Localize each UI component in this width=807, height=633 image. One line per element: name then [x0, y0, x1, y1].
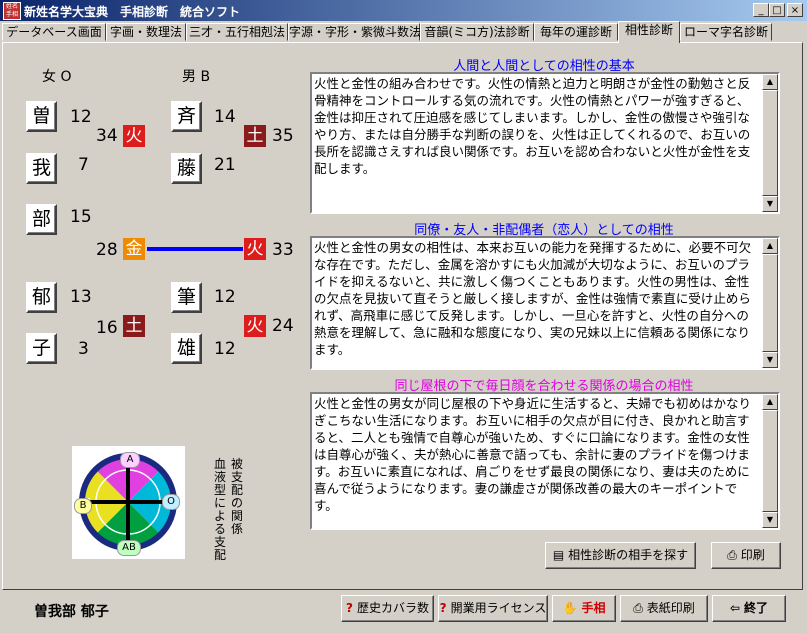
find-partner-button[interactable]: ▤ 相性診断の相手を探す	[545, 542, 696, 569]
male-earth-element: 火	[244, 315, 266, 337]
scroll-thumb[interactable]	[762, 90, 778, 196]
app-icon: 姓名手相	[3, 2, 21, 20]
scroll-down-icon[interactable]: ▼	[762, 512, 778, 528]
window-title: 新姓名学大宝典 手相診断 統合ソフト	[24, 5, 241, 19]
scroll-down-icon[interactable]: ▼	[762, 196, 778, 212]
female-earth-element: 土	[123, 315, 145, 337]
section-2-text: 火性と金性の男女の相性は、本来お互いの能力を発揮するために、必要不可欠な存在です…	[314, 240, 752, 357]
female-personal-element: 金	[123, 238, 145, 260]
female-strokes-5: 3	[78, 339, 89, 359]
palm-icon: ✋	[562, 601, 578, 615]
female-char-1: 曽	[26, 101, 57, 132]
section-1-scrollbar[interactable]: ▲ ▼	[762, 74, 778, 212]
male-heaven-value: 35	[272, 126, 294, 146]
male-header: 男 B	[182, 69, 211, 85]
cover-print-button[interactable]: ⎙ 表紙印刷	[620, 595, 708, 622]
male-strokes-2: 21	[214, 155, 236, 175]
female-char-2: 我	[26, 153, 57, 184]
palm-label: 手相	[581, 601, 606, 615]
section-1-textbox[interactable]: 火性と金性の組み合わせです。火性の情熱と迫力と明朗さが金性の勤勉さと反骨精神をコ…	[310, 72, 780, 214]
tab-character-origin[interactable]: 字源・字形・紫微斗数法	[288, 23, 421, 41]
scroll-thumb[interactable]	[762, 410, 778, 512]
male-strokes-4: 12	[214, 339, 236, 359]
find-partner-label: 相性診断の相手を探す	[568, 548, 689, 562]
blood-label-a: A	[120, 452, 140, 468]
section-3-text: 火性と金性の男女が同じ屋根の下や身近に生活すると、夫婦でも初めはかなりぎこちない…	[314, 396, 752, 513]
tab-romaji-name[interactable]: ローマ字名診断	[680, 23, 772, 41]
blood-label-o: O	[162, 494, 180, 510]
palm-button[interactable]: ✋ 手相	[552, 595, 616, 622]
female-strokes-2: 7	[78, 155, 89, 175]
print-label: 印刷	[740, 548, 765, 562]
exit-label: 終了	[744, 601, 769, 615]
female-char-5: 子	[26, 333, 57, 364]
close-button[interactable]: ×	[787, 3, 803, 17]
license-label: 開業用ライセンス	[450, 601, 547, 615]
license-button[interactable]: ? 開業用ライセンス	[438, 595, 548, 622]
female-char-4: 郁	[26, 282, 57, 313]
tab-stroke-numerology[interactable]: 字画・数理法	[106, 23, 186, 41]
male-char-1: 斉	[171, 101, 202, 132]
section-2-textbox[interactable]: 火性と金性の男女の相性は、本来お互いの能力を発揮するために、必要不可欠な存在です…	[310, 236, 780, 370]
female-strokes-3: 15	[70, 207, 92, 227]
blood-caption-1: 被支配の関係	[231, 457, 244, 536]
female-char-3: 部	[26, 204, 57, 235]
blood-label-ab: AB	[117, 540, 141, 556]
female-heaven-value: 34	[96, 126, 118, 146]
male-char-4: 雄	[171, 333, 202, 364]
female-personal-value: 28	[96, 240, 118, 260]
help-icon: ?	[346, 601, 353, 615]
scroll-up-icon[interactable]: ▲	[762, 74, 778, 90]
male-earth-value: 24	[272, 316, 294, 336]
history-kabbalah-button[interactable]: ? 歴史カバラ数	[341, 595, 434, 622]
tab-database[interactable]: データベース画面	[2, 23, 106, 41]
exit-door-icon: ⇦	[729, 601, 741, 615]
blood-caption-2: 血液型による支配	[214, 457, 227, 562]
section-3-textbox[interactable]: 火性と金性の男女が同じ屋根の下や身近に生活すると、夫婦でも初めはかなりぎこちない…	[310, 392, 780, 530]
male-heaven-element: 土	[244, 125, 266, 147]
title-bar: 姓名手相 新姓名学大宝典 手相診断 統合ソフト _ □ ×	[0, 0, 807, 21]
female-header: 女 O	[42, 69, 72, 85]
male-char-2: 藤	[171, 153, 202, 184]
section-2-scrollbar[interactable]: ▲ ▼	[762, 238, 778, 368]
male-strokes-3: 12	[214, 287, 236, 307]
tab-bar: データベース画面 字画・数理法 三才・五行相剋法 字源・字形・紫微斗数法 音韻(…	[0, 21, 807, 43]
blood-label-b: B	[74, 498, 92, 514]
scroll-thumb[interactable]	[762, 254, 778, 352]
cover-print-label: 表紙印刷	[646, 601, 695, 615]
maximize-button[interactable]: □	[769, 3, 785, 17]
scroll-down-icon[interactable]: ▼	[762, 352, 778, 368]
printer-icon: ⎙	[633, 601, 643, 615]
male-char-3: 筆	[171, 282, 202, 313]
minimize-button[interactable]: _	[753, 3, 769, 17]
print-button[interactable]: ⎙ 印刷	[711, 542, 781, 569]
female-strokes-4: 13	[70, 287, 92, 307]
printer-icon: ⎙	[727, 548, 737, 562]
female-heaven-element: 火	[123, 125, 145, 147]
male-personal-value: 33	[272, 240, 294, 260]
tab-compatibility[interactable]: 相性診断	[618, 21, 680, 43]
blood-type-chart: A O B AB	[72, 446, 185, 559]
compatibility-connector	[147, 247, 243, 251]
scroll-up-icon[interactable]: ▲	[762, 238, 778, 254]
female-earth-value: 16	[96, 318, 118, 338]
female-strokes-1: 12	[70, 107, 92, 127]
tab-phonology[interactable]: 音韻(ミコ方)法診断	[420, 23, 534, 41]
help-icon: ?	[439, 601, 447, 615]
male-personal-element: 火	[244, 238, 266, 260]
exit-button[interactable]: ⇦ 終了	[712, 595, 786, 622]
document-icon: ▤	[552, 548, 565, 562]
history-label: 歴史カバラ数	[356, 601, 429, 615]
section-3-scrollbar[interactable]: ▲ ▼	[762, 394, 778, 528]
section-1-text: 火性と金性の組み合わせです。火性の情熱と迫力と明朗さが金性の勤勉さと反骨精神をコ…	[314, 76, 751, 176]
full-name: 曽我部 郁子	[34, 604, 109, 620]
male-strokes-1: 14	[214, 107, 236, 127]
tab-five-elements[interactable]: 三才・五行相剋法	[186, 23, 288, 41]
scroll-up-icon[interactable]: ▲	[762, 394, 778, 410]
tab-yearly-fortune[interactable]: 毎年の運診断	[534, 23, 618, 41]
